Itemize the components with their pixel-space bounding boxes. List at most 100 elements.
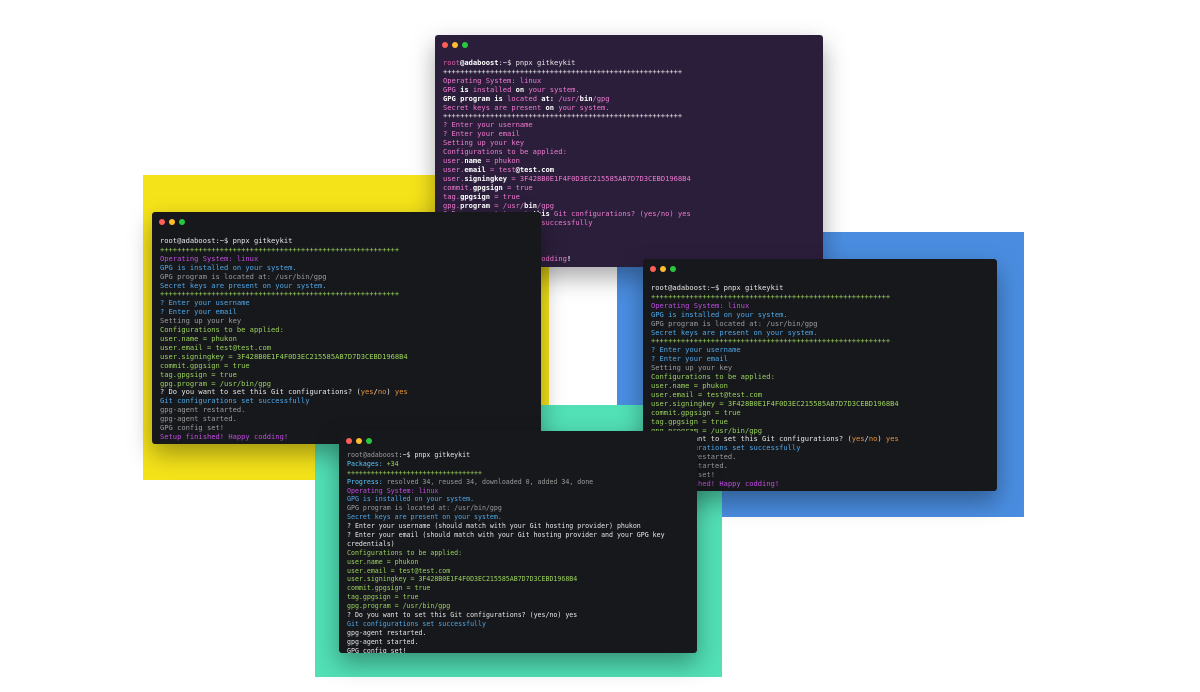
terminal-text: GPG is installed on your system. [347, 495, 475, 504]
terminal-text: ? Enter your username [160, 298, 250, 308]
terminal-text: yes [885, 434, 899, 444]
maximize-dot-icon[interactable] [366, 438, 372, 444]
terminal-text: ? Enter your username (should match with… [347, 522, 641, 531]
window-controls [346, 438, 372, 444]
terminal-text: GPG program is located at: /usr/bin/gpg [347, 504, 502, 513]
terminal-text: ? Enter your email [443, 129, 520, 139]
terminal-text: ? Do you want to set this Git configurat… [160, 387, 361, 397]
minimize-dot-icon[interactable] [356, 438, 362, 444]
maximize-dot-icon[interactable] [462, 42, 468, 48]
terminal-text: user. [443, 173, 465, 183]
terminal-text: yes [360, 387, 374, 397]
terminal-line: Operating System: linux [347, 487, 691, 496]
terminal-text: commit.gpgsign = true [160, 360, 250, 370]
terminal-text: Configurations to be applied: [160, 325, 284, 335]
terminal-text: ? Enter your email [160, 307, 237, 317]
terminal-text: user.signingkey = 3F428B0E1F4F0D3EC21558… [160, 351, 408, 361]
terminal-text: user.email = test@test.com [347, 566, 451, 575]
terminal-text: @adaboost [460, 59, 499, 67]
terminal-text: Operating System: linux [651, 300, 750, 310]
terminal-text: Secret keys are present on your system. [160, 280, 327, 290]
terminal-text: Secret keys are present [443, 102, 546, 112]
terminal-text: your system. [554, 102, 610, 112]
terminal-text: user. [443, 164, 465, 174]
terminal-text: ++++++++++++++++++++++++++++++++++++++++… [443, 66, 683, 76]
maximize-dot-icon[interactable] [179, 219, 185, 225]
terminal-line: Packages: +34 [347, 460, 691, 469]
terminal-line: GPG program is located at: /usr/bin/gpg [347, 504, 691, 513]
terminal-text: user. [443, 155, 465, 165]
close-dot-icon[interactable] [650, 266, 656, 272]
terminal-text: Secret keys are present on your system. [651, 327, 818, 337]
terminal-output: root@adaboost:~$ pnpx gitkeykit +++++++++… [651, 284, 991, 489]
terminal-text: user.name = phukon [651, 380, 728, 390]
minimize-dot-icon[interactable] [660, 266, 666, 272]
terminal-line: Setup finished! Happy codding! [651, 479, 991, 489]
terminal-text: is [494, 93, 503, 103]
terminal-text: ) [877, 434, 886, 444]
close-dot-icon[interactable] [442, 42, 448, 48]
terminal-text: at: [541, 93, 555, 103]
terminal-line: root@adaboost:~$ pnpx gitkeykit [347, 451, 691, 460]
terminal-text: @test.com [515, 164, 555, 174]
terminal-line: ? Enter your email (should match with yo… [347, 531, 691, 540]
terminal-text: Operating System: linux [160, 253, 259, 263]
terminal-text: Setting up your key [443, 138, 525, 148]
terminal-text: = true [490, 191, 520, 201]
terminal-text: on [515, 84, 525, 94]
terminal-line: Progress: resolved 34, reused 34, downlo… [347, 478, 691, 487]
terminal-text: Git configurations? (yes/no) yes [549, 209, 691, 219]
terminal-text: gpgsign [472, 182, 503, 192]
terminal-text: bin [579, 93, 593, 103]
terminal-window-yellow: root@adaboost:~$ pnpx gitkeykit +++++++++… [152, 212, 541, 444]
terminal-output: root@adaboost:~$ pnpx gitkeykit Packages:… [347, 451, 691, 653]
terminal-line: Secret keys are present on your system. [347, 513, 691, 522]
terminal-line: ++++++++++++++++++++++++++++++++++ [347, 469, 691, 478]
terminal-window-teal: root@adaboost:~$ pnpx gitkeykit Packages:… [339, 431, 697, 653]
terminal-text: :~$ pnpx gitkeykit [398, 451, 471, 459]
terminal-text: ? Enter your email [651, 354, 728, 364]
close-dot-icon[interactable] [159, 219, 165, 225]
terminal-text: signingkey [464, 173, 508, 183]
terminal-text: :~$ pnpx gitkeykit [498, 59, 576, 67]
terminal-text: ! [566, 253, 572, 263]
terminal-line: gpg.program = /usr/bin/gpg [347, 602, 691, 611]
terminal-line: user.signingkey = 3F428B0E1F4F0D3EC21558… [347, 575, 691, 584]
terminal-text: on [545, 102, 555, 112]
terminal-text: Secret keys are present on your system. [347, 513, 502, 522]
terminal-text: Setup finished! Happy codding! [160, 431, 289, 441]
terminal-line: GPG is installed on your system. [347, 495, 691, 504]
terminal-text: ++++++++++++++++++++++++++++++++++++++++… [160, 244, 400, 254]
minimize-dot-icon[interactable] [169, 219, 175, 225]
terminal-text: yes [394, 387, 408, 397]
terminal-text: Operating System: linux [443, 75, 542, 85]
terminal-text: = phukon [481, 155, 520, 165]
terminal-text: root [443, 59, 461, 67]
close-dot-icon[interactable] [346, 438, 352, 444]
terminal-text: ? Enter your email (should match with yo… [347, 531, 665, 540]
terminal-text: Setting up your key [651, 363, 733, 373]
terminal-text: email [464, 164, 486, 174]
terminal-text: gpg-agent restarted. [347, 628, 427, 637]
terminal-text: tag.gpgsign = true [160, 369, 237, 379]
terminal-text: gpg. [443, 200, 461, 210]
terminal-line: Git configurations set successfully [347, 620, 691, 629]
minimize-dot-icon[interactable] [452, 42, 458, 48]
terminal-text: /gpg [592, 93, 610, 103]
terminal-text: ++++++++++++++++++++++++++++++++++++++++… [160, 289, 400, 299]
terminal-text: user.email = test@test.com [651, 389, 763, 399]
terminal-text: GPG config set! [347, 646, 407, 653]
terminal-line: GPG config set! [347, 647, 691, 653]
terminal-text: tag. [443, 191, 461, 201]
terminal-line: ? Do you want to set this Git configurat… [347, 611, 691, 620]
terminal-text: resolved 34, reused 34, downloaded 0, ad… [386, 477, 594, 486]
terminal-text: GPG is installed on your system. [160, 262, 297, 272]
terminal-text: ++++++++++++++++++++++++++++++++++ [347, 468, 482, 477]
terminal-text: GPG is installed on your system. [651, 309, 788, 319]
terminal-text: name [464, 155, 482, 165]
terminal-text: Git configurations set successfully [347, 619, 486, 628]
terminal-text: Setting up your key [160, 316, 242, 326]
terminal-text: Configurations to be applied: [651, 372, 775, 382]
terminal-text: located [502, 93, 542, 103]
maximize-dot-icon[interactable] [670, 266, 676, 272]
